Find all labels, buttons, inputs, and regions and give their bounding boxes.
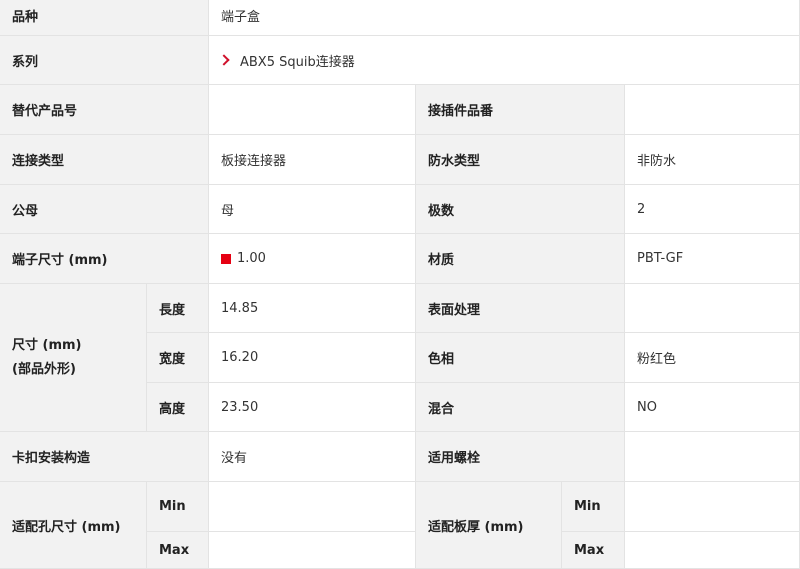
label-material: 材质: [416, 234, 625, 284]
label-height: 高度: [147, 383, 209, 432]
label-series: 系列: [0, 36, 209, 85]
label-waterproof: 防水类型: [416, 135, 625, 185]
value-clip: 没有: [209, 432, 416, 482]
label-hole-size: 适配孔尺寸 (mm): [0, 482, 147, 569]
label-connection-type: 连接类型: [0, 135, 209, 185]
label-mating-part: 接插件品番: [416, 85, 625, 135]
dimensions-label-line1: 尺寸 (mm): [12, 337, 82, 353]
label-gender: 公母: [0, 185, 209, 234]
value-terminal-size: 1.00: [209, 234, 416, 284]
value-connection-type: 板接连接器: [209, 135, 416, 185]
terminal-size-text: 1.00: [237, 251, 266, 266]
value-replacement: [209, 85, 416, 135]
value-surface: [625, 284, 800, 333]
value-board-min: [625, 482, 800, 532]
value-length: 14.85: [209, 284, 416, 333]
chevron-right-icon: [218, 54, 230, 66]
value-mating-part: [625, 85, 800, 135]
value-series[interactable]: ABX5 Squib连接器: [209, 36, 800, 85]
label-terminal-size: 端子尺寸 (mm): [0, 234, 209, 284]
label-width: 宽度: [147, 333, 209, 383]
label-replacement: 替代产品号: [0, 85, 209, 135]
value-width: 16.20: [209, 333, 416, 383]
series-link[interactable]: ABX5 Squib连接器: [240, 51, 355, 70]
value-mixing: NO: [625, 383, 800, 432]
spec-table: 品种 端子盒 系列 ABX5 Squib连接器 替代产品号 接插件品番 连接类型…: [0, 0, 800, 569]
value-color: 粉红色: [625, 333, 800, 383]
label-board-thickness: 适配板厚 (mm): [416, 482, 562, 569]
label-surface: 表面处理: [416, 284, 625, 333]
label-length: 長度: [147, 284, 209, 333]
value-height: 23.50: [209, 383, 416, 432]
label-dimensions: 尺寸 (mm) (部品外形): [0, 284, 147, 432]
label-hole-min: Min: [147, 482, 209, 532]
value-waterproof: 非防水: [625, 135, 800, 185]
label-screw: 适用螺栓: [416, 432, 625, 482]
value-hole-min: [209, 482, 416, 532]
value-screw: [625, 432, 800, 482]
terminal-color-swatch: [221, 253, 231, 264]
value-poles: 2: [625, 185, 800, 234]
label-clip: 卡扣安装构造: [0, 432, 209, 482]
label-product-type: 品种: [0, 0, 209, 36]
value-material: PBT-GF: [625, 234, 800, 284]
value-product-type: 端子盒: [209, 0, 800, 36]
label-mixing: 混合: [416, 383, 625, 432]
label-poles: 极数: [416, 185, 625, 234]
value-gender: 母: [209, 185, 416, 234]
value-board-max: [625, 532, 800, 569]
label-hole-max: Max: [147, 532, 209, 569]
label-color: 色相: [416, 333, 625, 383]
dimensions-label-line2: (部品外形): [12, 361, 76, 377]
value-hole-max: [209, 532, 416, 569]
label-board-max: Max: [562, 532, 625, 569]
label-board-min: Min: [562, 482, 625, 532]
